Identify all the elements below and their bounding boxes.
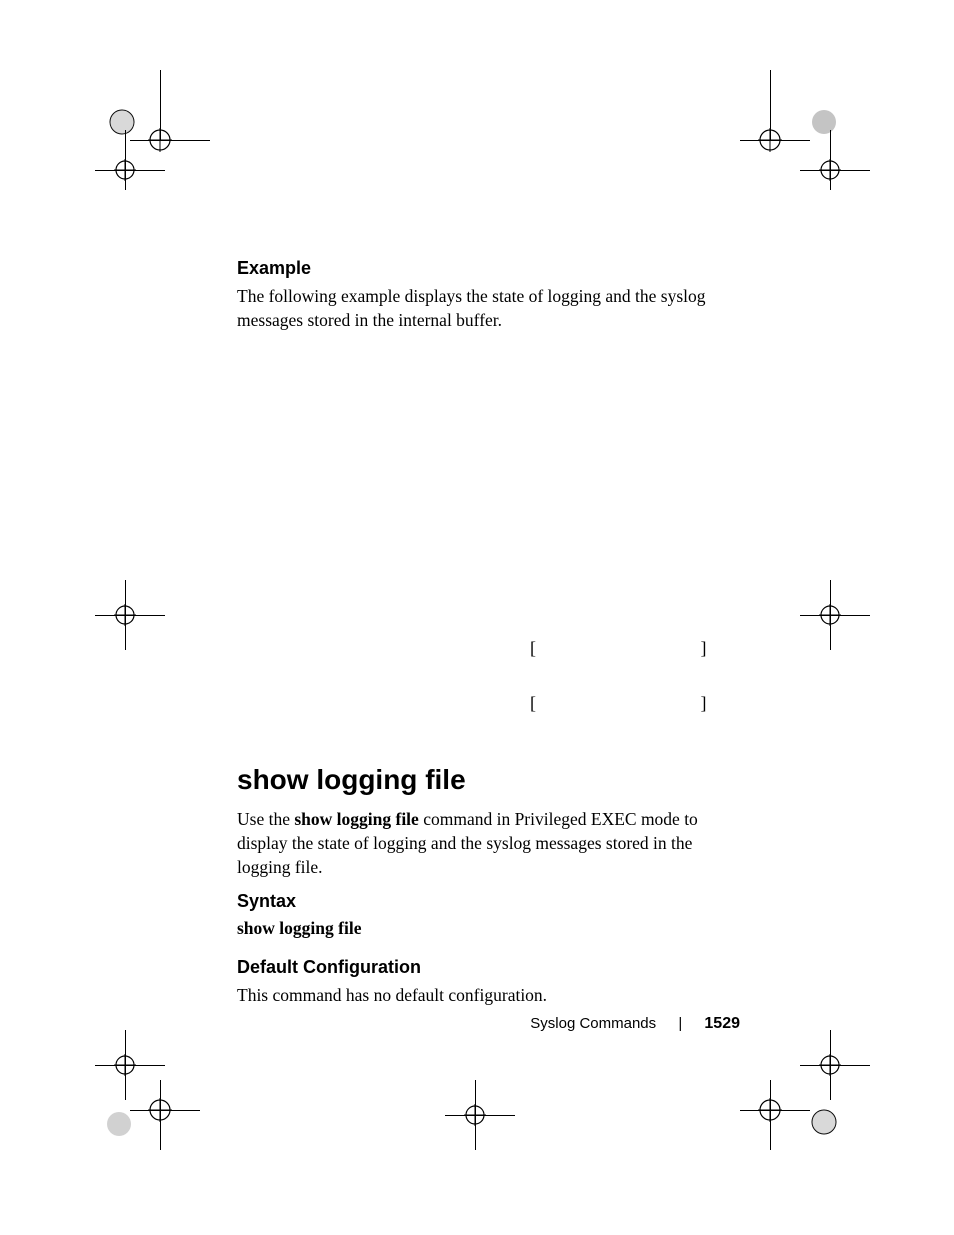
footer-separator: | xyxy=(678,1015,682,1032)
crop-mark-icon xyxy=(60,1080,180,1200)
show-logging-file-description: Use the show logging file command in Pri… xyxy=(237,808,747,879)
default-configuration-body: This command has no default configuratio… xyxy=(237,984,747,1008)
heading-show-logging-file: show logging file xyxy=(237,764,747,796)
syntax-command: show logging file xyxy=(237,918,747,939)
crop-mark-icon xyxy=(785,580,905,700)
page-footer: Syslog Commands | 1529 xyxy=(0,1015,740,1033)
intro-prefix: Use the xyxy=(237,809,294,829)
crop-mark-icon xyxy=(740,1080,860,1200)
crop-mark-icon xyxy=(70,580,190,700)
intro-command: show logging file xyxy=(294,809,418,829)
bracket-placeholder: [ ] xyxy=(530,693,787,714)
crop-mark-icon xyxy=(430,1080,550,1200)
footer-chapter: Syslog Commands xyxy=(530,1015,656,1032)
bracket-placeholder: [ ] xyxy=(530,638,787,659)
heading-default-configuration: Default Configuration xyxy=(237,957,747,978)
footer-page-number: 1529 xyxy=(704,1015,740,1032)
example-description: The following example displays the state… xyxy=(237,285,747,332)
heading-example: Example xyxy=(237,258,747,279)
crop-mark-icon xyxy=(55,130,175,250)
crop-mark-icon xyxy=(780,130,900,250)
heading-syntax: Syntax xyxy=(237,891,747,912)
